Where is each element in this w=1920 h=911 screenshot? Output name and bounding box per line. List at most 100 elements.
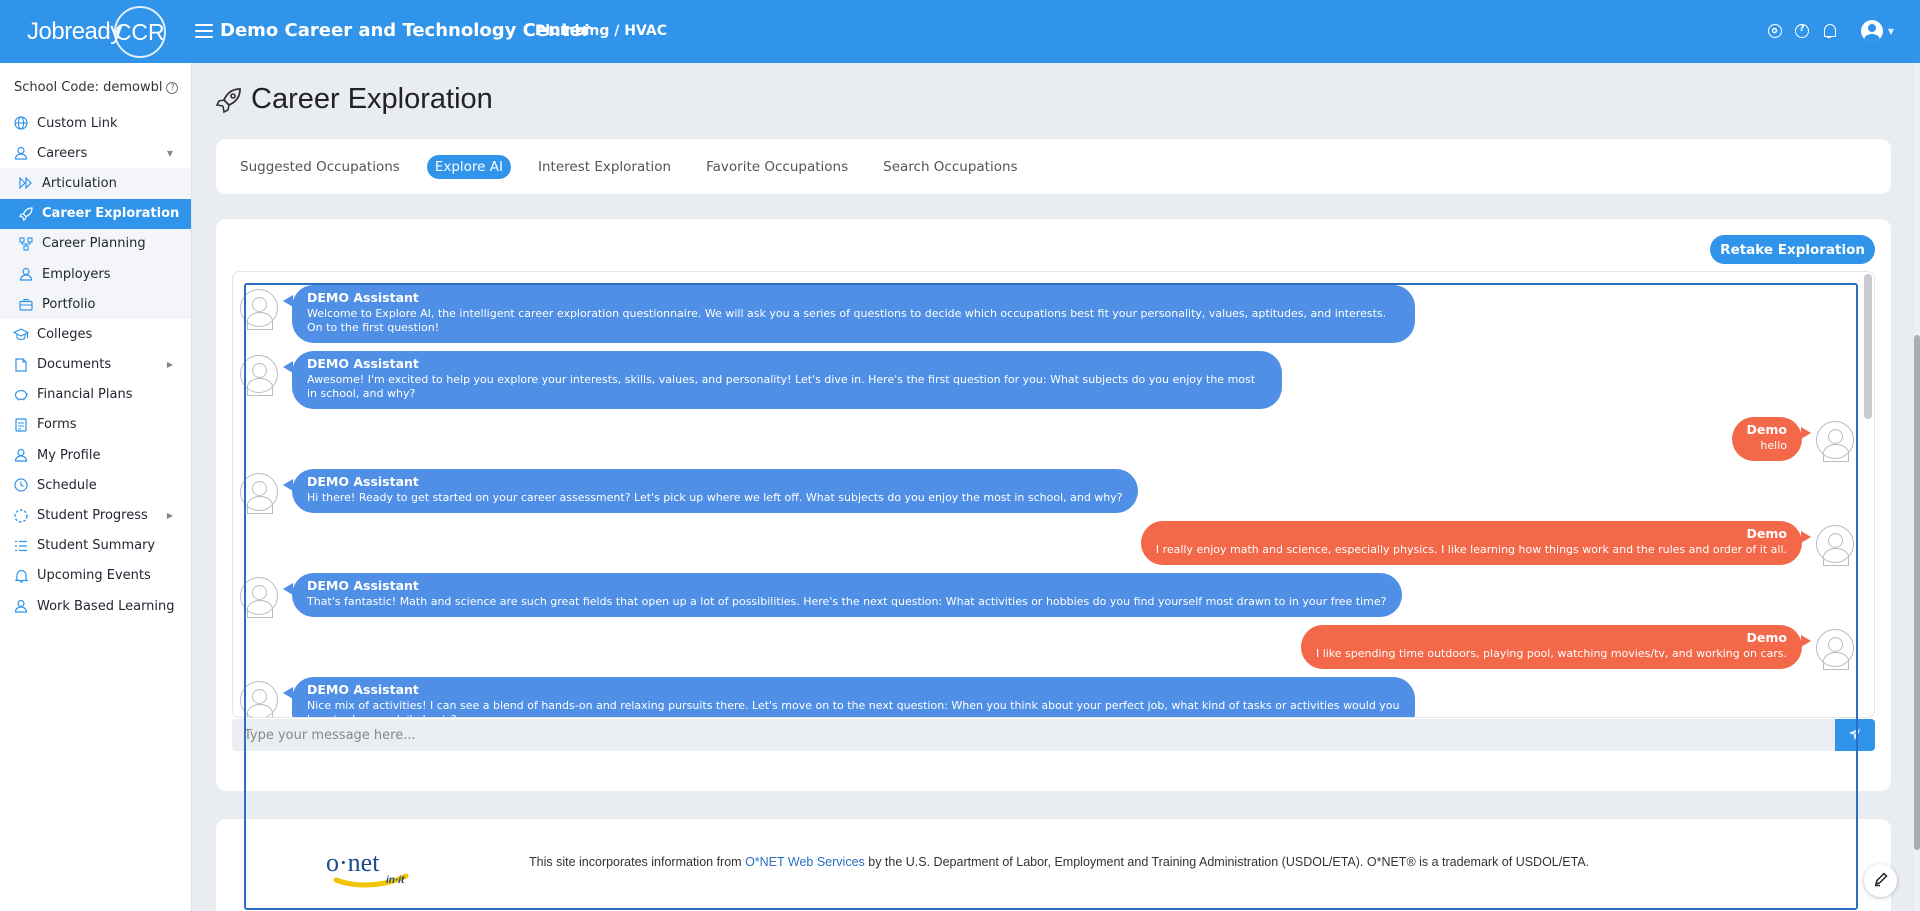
clock-icon: [13, 478, 29, 492]
retake-exploration-button[interactable]: Retake Exploration: [1710, 235, 1875, 264]
sidebar: School Code: demowbl ? Custom Link Caree…: [0, 63, 192, 911]
user-message: Demo I really enjoy math and science, es…: [233, 521, 1859, 566]
assistant-avatar-icon: [240, 473, 278, 514]
message-composer: [232, 719, 1875, 751]
sidebar-item-financial-plans[interactable]: Financial Plans: [0, 380, 191, 410]
svg-text:in·it: in·it: [386, 875, 405, 886]
sidebar-item-label: My Profile: [37, 447, 101, 463]
tab-suggested-occupations[interactable]: Suggested Occupations: [232, 155, 408, 179]
sidebar-item-custom-link[interactable]: Custom Link: [0, 108, 191, 138]
sidebar-item-label: Forms: [37, 417, 77, 433]
svg-text:o·net: o·net: [326, 848, 380, 877]
page-scrollbar-thumb[interactable]: [1914, 335, 1920, 850]
edit-pencil-button[interactable]: [1864, 864, 1897, 897]
sidebar-item-student-progress[interactable]: Student Progress ▶: [0, 500, 191, 530]
sidebar-item-career-exploration[interactable]: Career Exploration: [0, 198, 191, 229]
assistant-message: DEMO Assistant Welcome to Explore AI, th…: [233, 285, 1859, 343]
message-bubble: DEMO Assistant Awesome! I'm excited to h…: [283, 351, 1282, 409]
user-avatar-icon: [1816, 525, 1854, 566]
chevron-right-icon: ▶: [166, 511, 173, 521]
main-content: Career Exploration Suggested Occupations…: [193, 63, 1920, 911]
message-text: I really enjoy math and science, especia…: [1155, 543, 1787, 556]
tab-search-occupations[interactable]: Search Occupations: [875, 155, 1025, 179]
send-icon: [1848, 727, 1862, 744]
page-scrollbar-track[interactable]: [1914, 63, 1920, 911]
send-button[interactable]: [1835, 719, 1875, 751]
sidebar-item-label: Portfolio: [42, 296, 96, 312]
page-title-text: Career Exploration: [251, 83, 493, 115]
sidebar-item-label: Colleges: [37, 326, 93, 342]
assistant-message: DEMO Assistant Awesome! I'm excited to h…: [233, 351, 1859, 409]
play-forward-icon: [18, 176, 34, 190]
document-icon: [13, 357, 29, 372]
user-avatar-icon: [1816, 629, 1854, 670]
tab-interest-exploration[interactable]: Interest Exploration: [530, 155, 679, 179]
message-bubble: Demo I like spending time outdoors, play…: [1300, 625, 1812, 669]
attribution-text: This site incorporates information from …: [529, 855, 1589, 869]
assistant-avatar-icon: [240, 355, 278, 396]
sidebar-item-label: Schedule: [37, 477, 97, 493]
assistant-avatar-icon: [240, 577, 278, 618]
jobready-logo[interactable]: Jobready CCR: [27, 6, 166, 58]
sidebar-item-forms[interactable]: Forms: [0, 410, 191, 440]
message-list: DEMO Assistant Welcome to Explore AI, th…: [233, 272, 1859, 717]
tab-explore-ai[interactable]: Explore AI: [426, 154, 511, 179]
onet-web-services-link[interactable]: O*NET Web Services: [745, 855, 865, 869]
school-code-label: School Code: demowbl: [14, 80, 163, 95]
sidebar-item-career-planning[interactable]: Career Planning: [0, 228, 191, 259]
message-author: DEMO Assistant: [307, 290, 419, 305]
sidebar-item-label: Articulation: [42, 175, 117, 191]
bell-icon: [13, 569, 29, 583]
globe-icon: [13, 116, 29, 130]
sidebar-item-label: Career Exploration: [42, 206, 180, 222]
page-title: Career Exploration: [215, 83, 493, 116]
chat-card: Retake Exploration DEMO Assistant Welcom…: [216, 219, 1891, 791]
notifications-bell-icon[interactable]: [1822, 23, 1836, 39]
help-icon[interactable]: [1794, 23, 1809, 38]
sidebar-item-label: Employers: [42, 266, 111, 282]
assistant-message: DEMO Assistant Hi there! Ready to get st…: [233, 469, 1859, 514]
chat-window[interactable]: DEMO Assistant Welcome to Explore AI, th…: [232, 271, 1875, 718]
flow-chart-icon: [18, 237, 34, 251]
message-text: Nice mix of activities! I can see a blen…: [307, 699, 1400, 717]
message-input[interactable]: [232, 719, 1835, 751]
sidebar-item-label: Career Planning: [42, 236, 146, 252]
message-bubble: DEMO Assistant Hi there! Ready to get st…: [283, 469, 1138, 513]
tab-favorite-occupations[interactable]: Favorite Occupations: [698, 155, 856, 179]
chevron-down-icon[interactable]: ▼: [1888, 27, 1894, 36]
message-text: That's fantastic! Math and science are s…: [307, 595, 1387, 608]
attribution-prefix: This site incorporates information from: [529, 855, 746, 869]
logo-circle: CCR: [113, 6, 166, 58]
message-text: I like spending time outdoors, playing p…: [1315, 647, 1787, 660]
sidebar-item-employers[interactable]: Employers: [0, 258, 191, 290]
sidebar-item-student-summary[interactable]: Student Summary: [0, 531, 191, 561]
assistant-message: DEMO Assistant That's fantastic! Math an…: [233, 573, 1859, 618]
message-author: Demo: [1746, 630, 1787, 645]
menu-toggle-icon[interactable]: [195, 24, 213, 38]
sidebar-item-portfolio[interactable]: Portfolio: [0, 289, 191, 320]
user-avatar[interactable]: [1860, 20, 1883, 42]
sidebar-item-documents[interactable]: Documents ▶: [0, 350, 191, 380]
message-bubble: DEMO Assistant That's fantastic! Math an…: [283, 573, 1402, 617]
message-text: Hi there! Ready to get started on your c…: [307, 491, 1123, 504]
chat-scrollbar[interactable]: [1864, 274, 1872, 419]
sidebar-item-schedule[interactable]: Schedule: [0, 470, 191, 500]
help-icon[interactable]: ?: [166, 81, 179, 94]
sidebar-item-label: Upcoming Events: [37, 568, 151, 584]
sidebar-item-articulation[interactable]: Articulation: [0, 168, 191, 199]
user-message: Demo I like spending time outdoors, play…: [233, 625, 1859, 670]
support-icon[interactable]: [1767, 24, 1782, 38]
sidebar-item-my-profile[interactable]: My Profile: [0, 440, 191, 470]
sidebar-item-upcoming-events[interactable]: Upcoming Events: [0, 561, 191, 591]
onet-attribution: o·net in·it This site incorporates infor…: [216, 819, 1891, 911]
sidebar-item-colleges[interactable]: Colleges: [0, 319, 191, 349]
onet-logo[interactable]: o·net in·it: [326, 847, 418, 891]
message-author: Demo: [1746, 526, 1787, 541]
person-icon: [18, 267, 34, 281]
attribution-suffix: by the U.S. Department of Labor, Employm…: [864, 855, 1590, 869]
sidebar-item-careers[interactable]: Careers ▼: [0, 138, 191, 168]
program-name[interactable]: Plumbing / HVAC: [535, 23, 667, 39]
sidebar-item-work-based-learning[interactable]: Work Based Learning: [0, 591, 191, 621]
sidebar-nav: Custom Link Careers ▼ Articulation Caree…: [0, 108, 191, 621]
graduation-cap-icon: [13, 327, 29, 341]
